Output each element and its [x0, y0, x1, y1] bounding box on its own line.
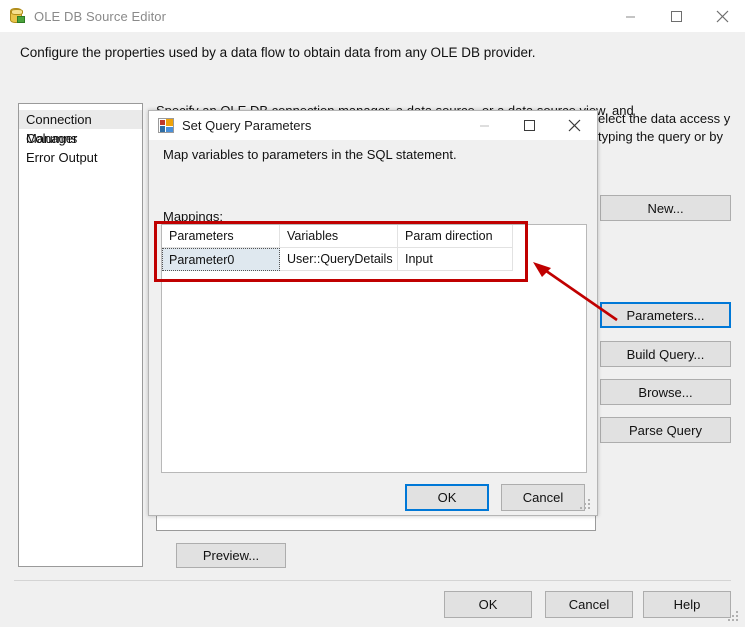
- set-query-parameters-dialog: Set Query Parameters Map variables to pa…: [148, 110, 598, 516]
- close-icon[interactable]: [699, 0, 745, 32]
- build-query-button[interactable]: Build Query...: [600, 341, 731, 367]
- modal-cancel-button[interactable]: Cancel: [501, 484, 585, 511]
- sidebar-item-columns[interactable]: Columns: [19, 129, 142, 148]
- mappings-grid: Parameters Variables Param direction Par…: [162, 225, 513, 271]
- modal-ok-button-label: OK: [438, 490, 457, 505]
- cell-direction[interactable]: Input: [398, 248, 513, 271]
- parameters-button[interactable]: Parameters...: [600, 302, 731, 328]
- parameters-button-label: Parameters...: [626, 308, 704, 323]
- modal-subtitle: Map variables to parameters in the SQL s…: [163, 147, 457, 162]
- cancel-button[interactable]: Cancel: [545, 591, 633, 618]
- modal-maximize-icon[interactable]: [507, 111, 552, 140]
- dialog-footer: OK Cancel Help: [0, 591, 745, 618]
- resize-grip[interactable]: [728, 611, 740, 623]
- window-title: OLE DB Source Editor: [34, 9, 166, 24]
- modal-title: Set Query Parameters: [182, 118, 311, 133]
- cell-variable[interactable]: User::QueryDetails: [280, 248, 398, 271]
- modal-window-controls: [462, 111, 597, 140]
- footer-divider: [14, 580, 731, 581]
- browse-button[interactable]: Browse...: [600, 379, 731, 405]
- window-titlebar: OLE DB Source Editor: [0, 0, 745, 32]
- parse-query-button[interactable]: Parse Query: [600, 417, 731, 443]
- modal-cancel-button-label: Cancel: [523, 490, 563, 505]
- minimize-icon[interactable]: [607, 0, 653, 32]
- banner-text: Configure the properties used by a data …: [20, 45, 536, 60]
- column-header-param-direction[interactable]: Param direction: [398, 225, 513, 248]
- table-row[interactable]: Parameter0 User::QueryDetails Input: [162, 248, 513, 271]
- modal-resize-grip[interactable]: [580, 499, 592, 511]
- modal-titlebar: Set Query Parameters: [149, 111, 597, 140]
- new-button[interactable]: New...: [600, 195, 731, 221]
- ole-db-source-editor-window: OLE DB Source Editor Configure the prope…: [0, 0, 745, 627]
- ok-button-label: OK: [479, 597, 498, 612]
- sidebar-item-label: Error Output: [26, 150, 98, 165]
- modal-close-icon[interactable]: [552, 111, 597, 140]
- cancel-button-label: Cancel: [569, 597, 609, 612]
- column-header-parameters[interactable]: Parameters: [162, 225, 280, 248]
- build-query-button-label: Build Query...: [627, 347, 705, 362]
- modal-minimize-icon: [462, 111, 507, 140]
- help-button[interactable]: Help: [643, 591, 731, 618]
- cell-parameter[interactable]: Parameter0: [162, 248, 280, 271]
- mappings-listbox[interactable]: Parameters Variables Param direction Par…: [161, 224, 587, 473]
- preview-button-label: Preview...: [203, 548, 259, 563]
- preview-button[interactable]: Preview...: [176, 543, 286, 568]
- panel-hint-text: elect the data access y typing the query…: [598, 110, 745, 146]
- sidebar-item-connection-manager[interactable]: Connection Manager: [19, 110, 142, 129]
- column-header-variables[interactable]: Variables: [280, 225, 398, 248]
- help-button-label: Help: [674, 597, 701, 612]
- sidebar-item-label: Columns: [26, 131, 77, 146]
- window-controls: [607, 0, 745, 32]
- grid-header-row: Parameters Variables Param direction: [162, 225, 513, 248]
- browse-button-label: Browse...: [638, 385, 692, 400]
- new-button-label: New...: [647, 201, 683, 216]
- maximize-icon[interactable]: [653, 0, 699, 32]
- page-list: Connection Manager Columns Error Output: [18, 103, 143, 567]
- query-parameters-icon: [158, 118, 174, 133]
- modal-ok-button[interactable]: OK: [405, 484, 489, 511]
- ok-button[interactable]: OK: [444, 591, 532, 618]
- mappings-label: Mappings:: [163, 209, 223, 224]
- banner: Configure the properties used by a data …: [0, 32, 745, 93]
- database-source-icon: [9, 8, 26, 25]
- sidebar-item-error-output[interactable]: Error Output: [19, 148, 142, 167]
- parse-query-button-label: Parse Query: [629, 423, 702, 438]
